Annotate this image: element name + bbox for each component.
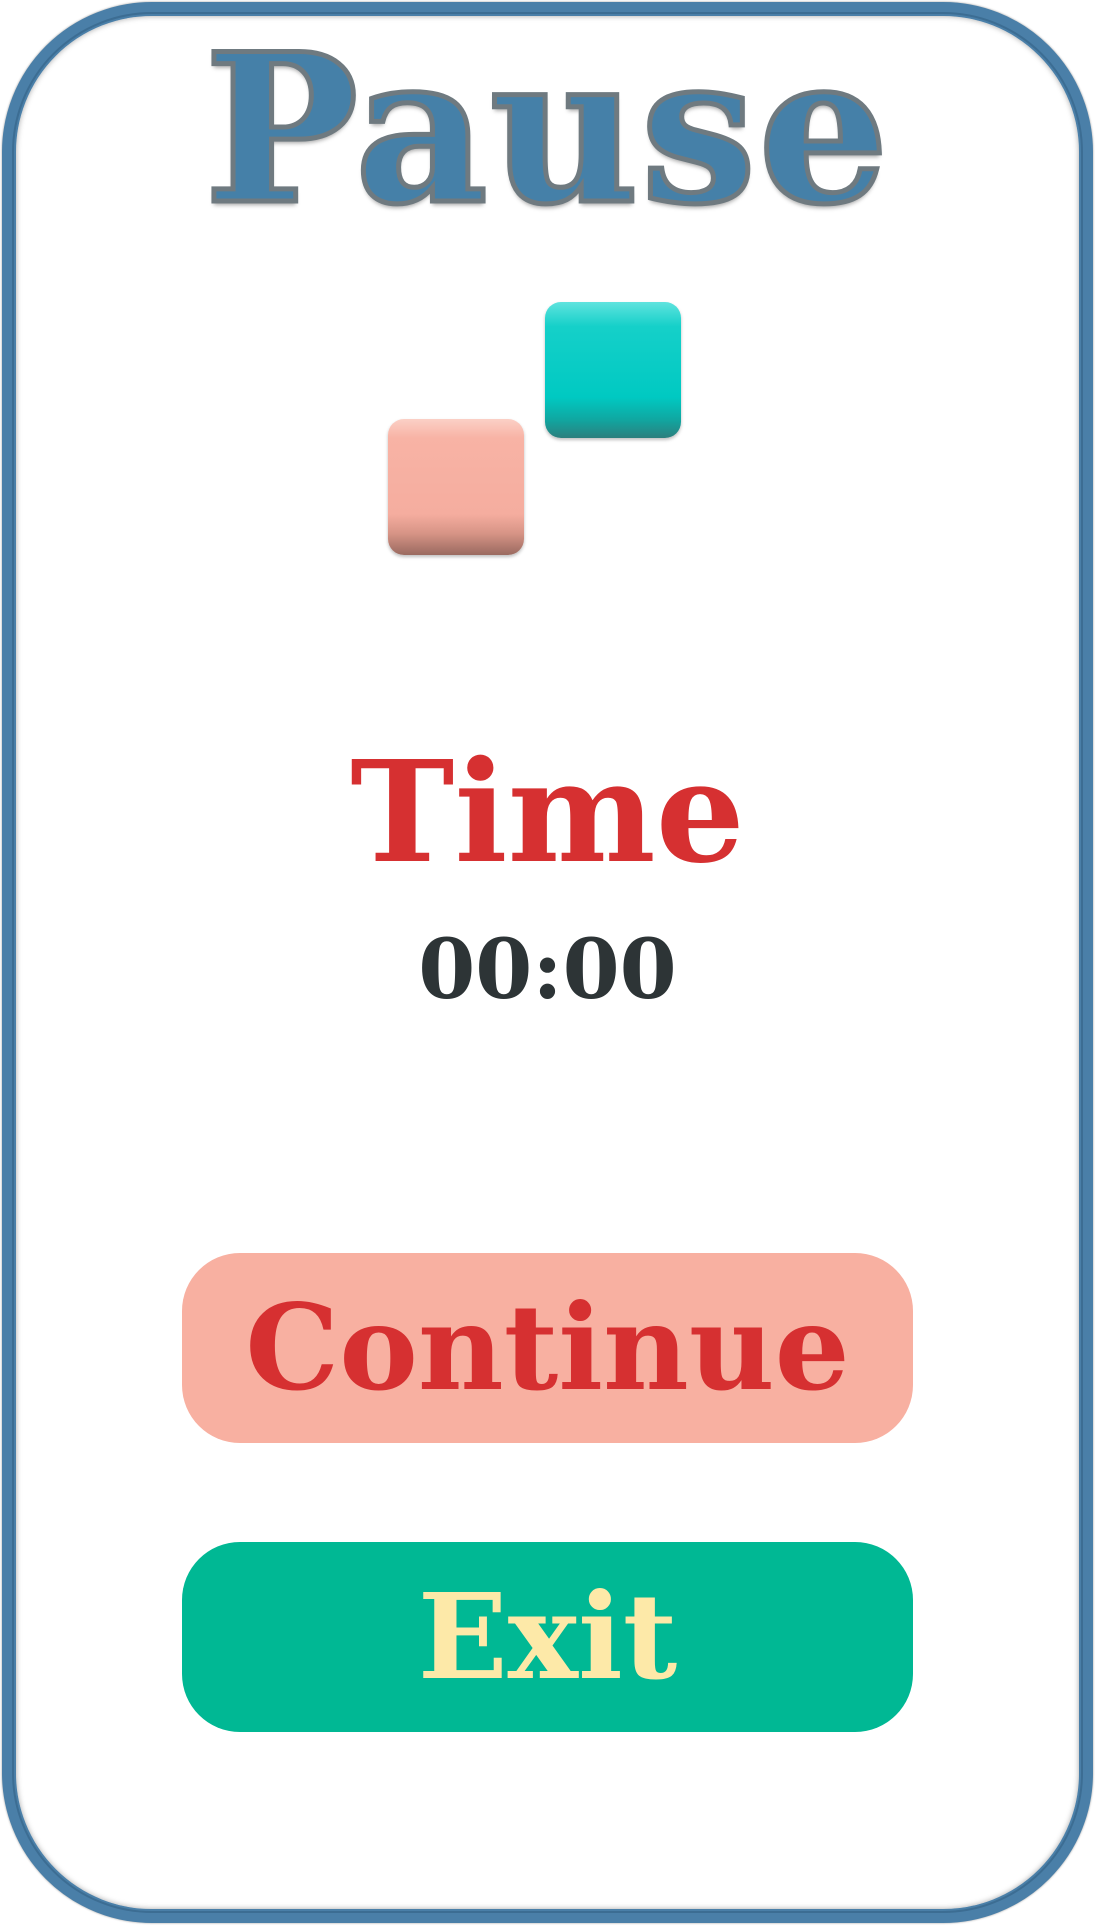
time-label: Time (350, 731, 745, 895)
salmon-block-icon (388, 419, 524, 555)
exit-button[interactable]: Exit (182, 1542, 913, 1732)
continue-button[interactable]: Continue (182, 1253, 913, 1443)
page-title: Pause (202, 10, 891, 250)
time-value: 00:00 (418, 922, 677, 1018)
teal-block-icon (545, 302, 681, 438)
